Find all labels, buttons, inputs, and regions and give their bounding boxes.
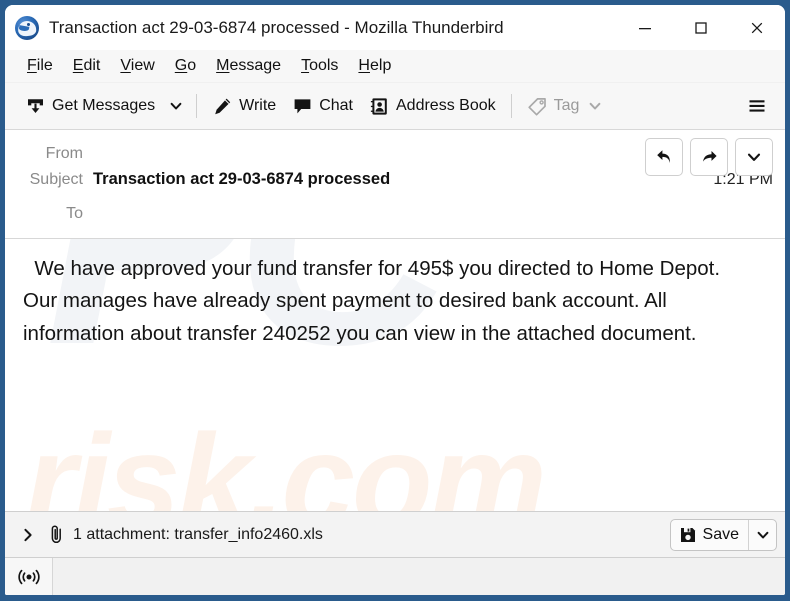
attachment-label: 1 attachment: transfer_info2460.xls	[73, 525, 323, 543]
main-toolbar: Get Messages Write Chat Address Book Tag	[5, 83, 785, 130]
broadcast-signal-icon	[17, 569, 40, 584]
title-bar: Transaction act 29-03-6874 processed - M…	[5, 5, 785, 50]
menu-help[interactable]: Help	[348, 55, 401, 77]
save-attachment-dropdown[interactable]	[748, 519, 776, 550]
subject-value: Transaction act 29-03-6874 processed	[93, 170, 391, 188]
from-label: From	[45, 145, 83, 162]
forward-arrow-icon	[703, 151, 717, 162]
write-label: Write	[239, 97, 277, 114]
hamburger-menu-icon	[749, 100, 765, 112]
window-title: Transaction act 29-03-6874 processed - M…	[49, 17, 504, 37]
menu-view[interactable]: View	[110, 55, 164, 77]
attachment-expander-button[interactable]	[15, 520, 41, 550]
header-row-to: To	[5, 200, 785, 230]
chevron-down-icon	[590, 102, 601, 110]
contact-card-icon	[370, 97, 387, 115]
chevron-down-icon	[747, 153, 761, 161]
chat-button[interactable]: Chat	[284, 89, 361, 123]
message-body: PC risk.com We have approved your fund t…	[5, 239, 785, 511]
toolbar-separator-1	[196, 94, 198, 118]
chevron-right-icon	[24, 528, 32, 541]
menu-tools[interactable]: Tools	[291, 55, 348, 77]
download-inbox-icon	[28, 98, 43, 113]
save-attachment-button[interactable]: Save	[671, 520, 748, 550]
chevron-down-icon	[170, 102, 182, 110]
to-value[interactable]	[93, 200, 773, 218]
maximize-icon	[695, 21, 707, 34]
tag-button[interactable]: Tag	[519, 89, 611, 123]
message-header-actions	[645, 138, 773, 176]
get-messages-label: Get Messages	[52, 97, 156, 114]
speech-bubble-icon	[294, 98, 311, 113]
to-label: To	[66, 205, 83, 222]
message-more-actions-button[interactable]	[735, 138, 773, 176]
thunderbird-logo-icon	[15, 15, 39, 40]
minimize-icon	[639, 27, 651, 29]
menu-go[interactable]: Go	[165, 55, 206, 77]
save-disk-icon	[680, 527, 695, 542]
subject-label: Subject	[29, 171, 83, 188]
status-bar-text	[53, 558, 785, 595]
attachment-save-group: Save	[669, 518, 777, 551]
message-header: From Subject Transaction act 29-03-6874 …	[5, 130, 785, 239]
chat-label: Chat	[319, 97, 353, 114]
menu-file[interactable]: File	[17, 55, 63, 77]
app-menu-button[interactable]	[739, 89, 775, 123]
paperclip-icon	[51, 525, 61, 544]
forward-button[interactable]	[690, 138, 728, 176]
pencil-icon	[215, 98, 231, 114]
close-icon	[751, 22, 763, 33]
reply-button[interactable]	[645, 138, 683, 176]
address-book-button[interactable]: Address Book	[361, 89, 504, 123]
get-messages-dropdown[interactable]	[163, 89, 189, 123]
menu-message[interactable]: Message	[206, 55, 291, 77]
watermark-secondary: risk.com	[25, 407, 547, 512]
close-button[interactable]	[729, 5, 785, 50]
chevron-down-icon	[757, 531, 768, 538]
menu-bar: File Edit View Go Message Tools Help	[5, 50, 785, 83]
menu-edit[interactable]: Edit	[63, 55, 111, 77]
reply-arrow-icon	[657, 150, 670, 163]
window-content: Transaction act 29-03-6874 processed - M…	[5, 5, 785, 595]
address-book-label: Address Book	[396, 97, 496, 114]
write-button[interactable]: Write	[204, 89, 284, 123]
save-label: Save	[702, 525, 739, 543]
thunderbird-window: Transaction act 29-03-6874 processed - M…	[0, 0, 790, 601]
minimize-button[interactable]	[617, 5, 673, 50]
paperclip-icon-wrap	[43, 520, 69, 550]
tag-label: Tag	[553, 97, 580, 114]
attachment-bar: 1 attachment: transfer_info2460.xls Save	[5, 511, 785, 557]
tag-icon	[527, 97, 546, 116]
maximize-button[interactable]	[673, 5, 729, 50]
connection-status-button[interactable]	[5, 558, 53, 595]
toolbar-separator-2	[510, 94, 512, 118]
message-body-text: We have approved your fund transfer for …	[23, 257, 726, 345]
status-bar	[5, 557, 785, 595]
get-messages-button[interactable]: Get Messages	[17, 89, 163, 123]
